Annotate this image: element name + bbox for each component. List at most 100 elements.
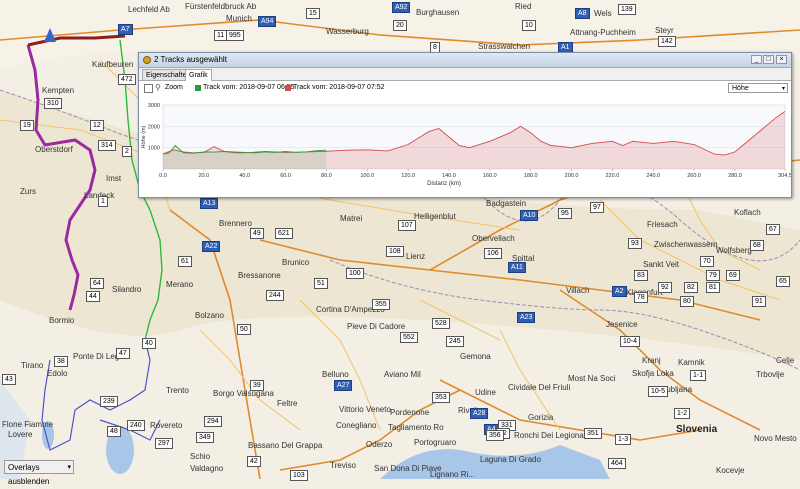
tab-bar: Eigenschaften Grafik — [139, 68, 791, 81]
place-label-pieve: Pieve Di Cadore — [347, 322, 406, 331]
app-icon — [143, 56, 151, 64]
road-shield: 621 — [275, 228, 293, 239]
road-shield: 19 — [20, 120, 34, 131]
place-label-koflach: Koflach — [734, 208, 761, 217]
place-label-lovere: Lovere — [8, 430, 33, 439]
place-label-celje: Celje — [776, 356, 795, 365]
road-shield: 1-2 — [674, 408, 691, 419]
road-shield: 108 — [386, 246, 404, 257]
place-label-trbovlje: Trbovlje — [756, 370, 785, 379]
place-label-friesach: Friesach — [647, 220, 678, 229]
road-shield: 103 — [290, 470, 308, 481]
y-tick-label: 1000 — [148, 146, 160, 152]
road-shield: 351 — [584, 428, 602, 439]
road-shield: 47 — [116, 348, 130, 359]
road-shield: 995 — [226, 30, 244, 41]
place-label-zwischenwassern: Zwischenwassern — [654, 240, 718, 249]
road-shield: 50 — [237, 324, 251, 335]
place-label-wasserburg: Wasserburg — [326, 27, 369, 36]
place-label-cividale: Cividale Del Friuli — [508, 383, 571, 392]
place-label-vittorio: Vittorio Veneto — [339, 405, 391, 414]
road-shield: 15 — [306, 8, 320, 19]
place-label-lienz: Lienz — [406, 252, 426, 261]
zoom-checkbox[interactable] — [144, 84, 153, 93]
road-shield: 65 — [776, 276, 790, 287]
road-shield: 80 — [680, 296, 694, 307]
road-shield: 51 — [314, 278, 328, 289]
close-button[interactable]: × — [776, 55, 787, 64]
road-shield: 70 — [700, 256, 714, 267]
overlay-toggle-label: Overlays ausblenden — [8, 463, 50, 486]
road-shield: A22 — [202, 241, 221, 252]
road-shield: 81 — [706, 282, 720, 293]
road-shield: 349 — [196, 432, 214, 443]
place-label-brennero: Brennero — [219, 219, 252, 228]
place-label-brunico: Brunico — [282, 258, 310, 267]
place-label-attnang: Attnang-Puchheim — [570, 28, 636, 37]
road-shield: A28 — [470, 408, 489, 419]
road-shield: 39 — [250, 380, 264, 391]
road-shield: 67 — [766, 224, 780, 235]
road-shield: 10-4 — [620, 336, 641, 347]
road-shield: 142 — [658, 36, 676, 47]
chevron-down-icon: ▾ — [67, 464, 71, 471]
place-label-ried: Ried — [515, 2, 532, 11]
road-shield: 49 — [250, 228, 264, 239]
window-titlebar[interactable]: 2 Tracks ausgewählt _ □ × — [139, 53, 791, 68]
place-label-matrei: Matrei — [340, 214, 363, 223]
road-shield: 44 — [86, 291, 100, 302]
road-shield: 38 — [54, 356, 68, 367]
road-shield: 244 — [266, 290, 284, 301]
place-label-skofja: Skofja Loka — [632, 369, 674, 378]
road-shield: 42 — [247, 456, 261, 467]
road-shield: 310 — [44, 98, 62, 109]
track-graph-window: 2 Tracks ausgewählt _ □ × Eigenschaften … — [138, 52, 792, 198]
place-label-wolfsberg: Wolfsberg — [716, 246, 752, 255]
minimize-button[interactable]: _ — [751, 55, 762, 64]
height-dropdown[interactable]: Höhe ▾ — [728, 83, 788, 93]
place-label-edolo: Edolo — [47, 369, 68, 378]
road-shield: 106 — [484, 248, 502, 259]
place-label-kempten: Kempten — [42, 86, 75, 95]
place-label-munich: Munich — [226, 14, 252, 23]
road-shield: 95 — [558, 208, 572, 219]
x-tick-label: 40.0 — [239, 173, 250, 179]
place-label-kamnik: Kamnik — [678, 358, 705, 367]
maximize-button[interactable]: □ — [763, 55, 774, 64]
place-label-pordenone: Pordenone — [390, 408, 430, 417]
y-axis-label: Höhe (m) — [141, 125, 147, 148]
road-shield: 40 — [142, 338, 156, 349]
place-label-zurs: Zurs — [20, 187, 36, 196]
x-tick-label: 100.0 — [360, 173, 374, 179]
y-tick-label: 2000 — [148, 124, 160, 130]
place-label-portogruaro: Portogruaro — [414, 438, 457, 447]
place-label-gorizia: Gorizia — [528, 413, 554, 422]
road-shield: A94 — [258, 16, 277, 27]
road-shield: 10 — [522, 20, 536, 31]
place-label-tagliamento: Tagliamento Ro — [388, 423, 444, 432]
road-shield: 240 — [127, 420, 145, 431]
road-shield: 12 — [90, 120, 104, 131]
road-shield: 239 — [100, 396, 118, 407]
road-shield: 69 — [726, 270, 740, 281]
overlay-toggle-select[interactable]: Overlays ausblenden ▾ — [4, 460, 74, 486]
place-label-wels: Wels — [594, 9, 612, 18]
place-label-burghausen: Burghausen — [416, 8, 460, 17]
place-label-sanktveit: Sankt Veit — [643, 260, 680, 269]
road-shield: 78 — [634, 292, 648, 303]
elevation-chart[interactable]: 1000 2000 3000 0.0 20.0 40.0 60.0 80.0 100.0 120.… — [139, 93, 791, 197]
tab-grafik[interactable]: Grafik — [185, 69, 212, 81]
road-shield: 472 — [118, 74, 136, 85]
x-tick-label: 180.0 — [524, 173, 538, 179]
place-label-borgo: Borgo Valsugana — [213, 389, 274, 398]
place-label-trento: Trento — [166, 386, 189, 395]
road-shield: 356 — [486, 430, 504, 441]
x-tick-label: 120.0 — [401, 173, 415, 179]
x-tick-label: 280.0 — [728, 173, 742, 179]
x-tick-label: 240.0 — [646, 173, 660, 179]
road-shield: A8 — [575, 8, 590, 19]
road-shield: A7 — [118, 24, 133, 35]
road-shield: 10-5 — [648, 386, 669, 397]
place-label-bassano: Bassano Del Grappa — [248, 441, 323, 450]
road-shield: 297 — [155, 438, 173, 449]
